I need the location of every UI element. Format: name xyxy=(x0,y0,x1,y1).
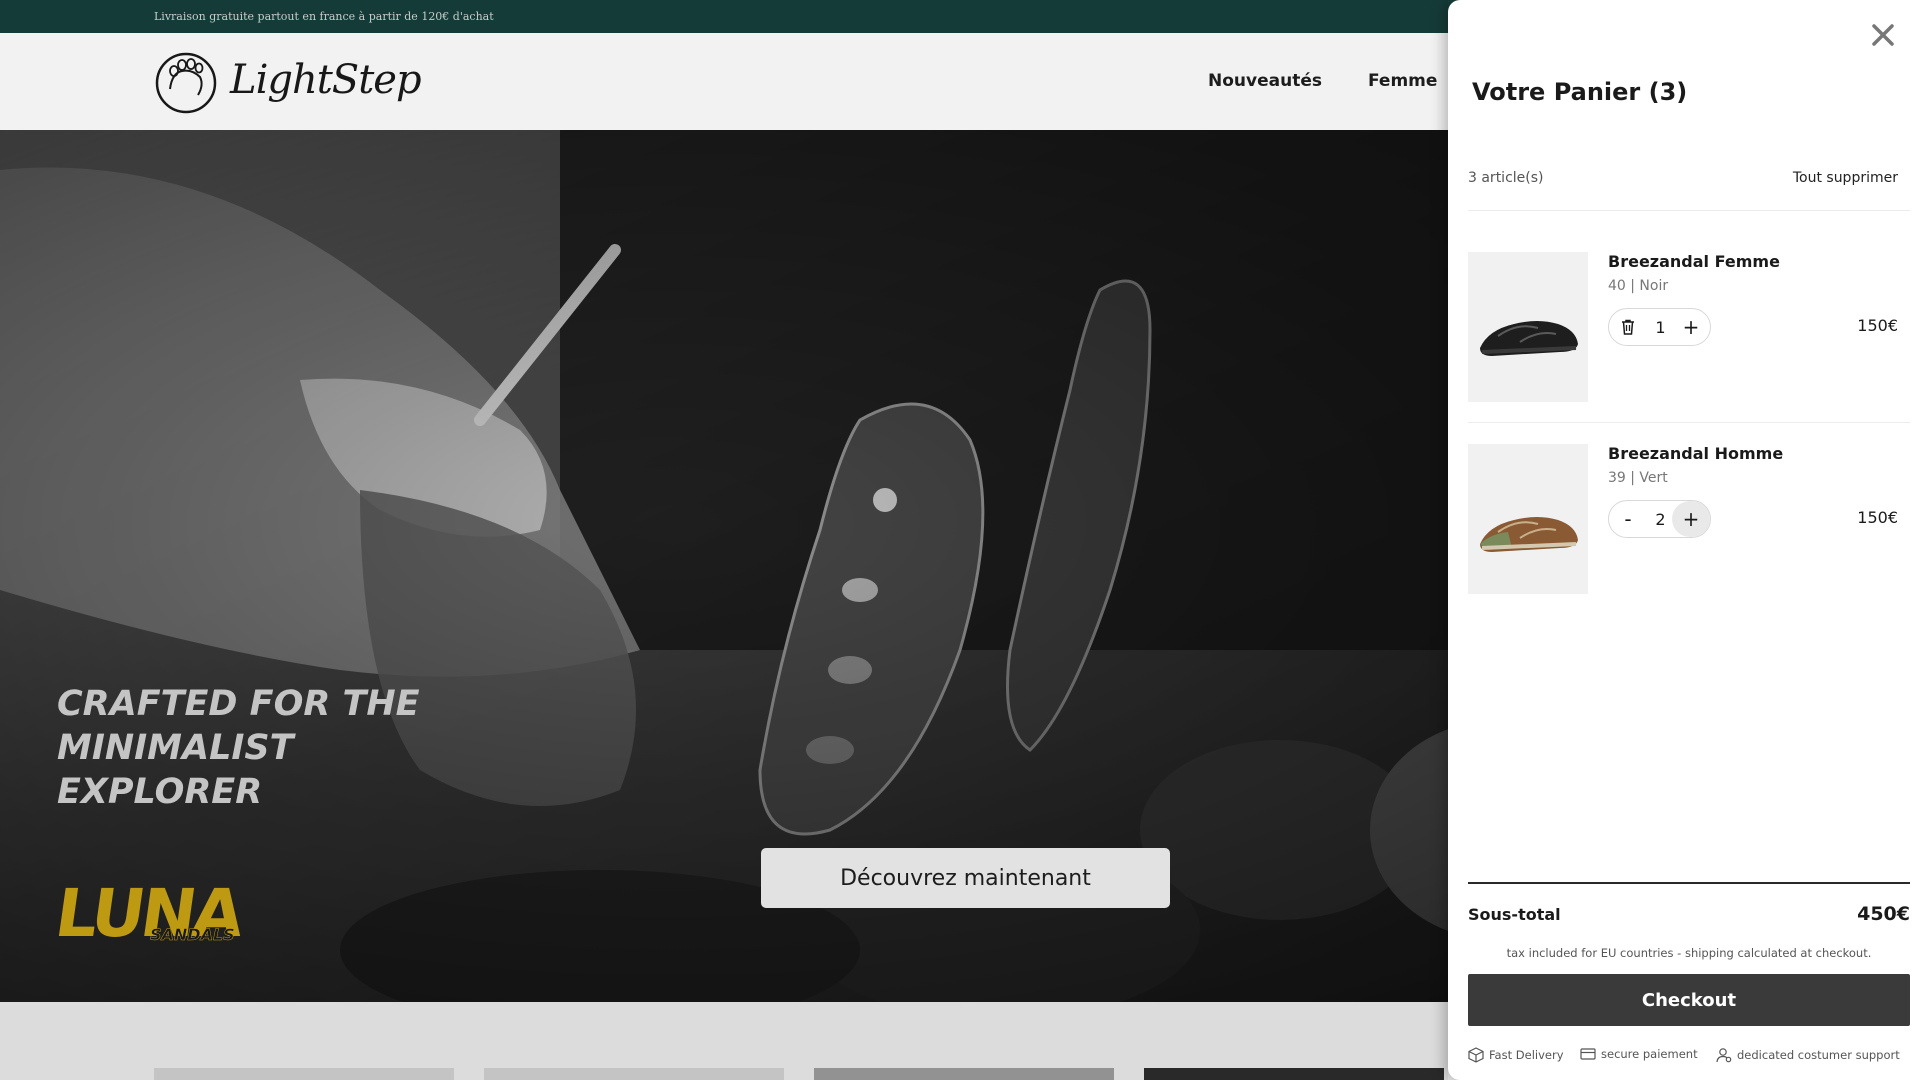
divider xyxy=(1468,422,1910,423)
cart-item-name[interactable]: Breezandal Homme xyxy=(1608,444,1783,463)
support-icon xyxy=(1716,1048,1732,1063)
subtotal-label: Sous-total xyxy=(1468,905,1561,924)
page: Livraison gratuite partout en france à p… xyxy=(0,0,1920,1080)
cart-item: Breezandal Homme 39 | Vert - 2 + 150€ xyxy=(1468,444,1910,594)
cart-item-variant: 40 | Noir xyxy=(1608,278,1669,294)
cart-item-price: 150€ xyxy=(1857,508,1898,527)
clear-cart-button[interactable]: Tout supprimer xyxy=(1793,170,1898,186)
close-cart-button[interactable] xyxy=(1868,20,1898,50)
sandal-image xyxy=(1480,517,1578,552)
badge-secure-payment: secure paiement xyxy=(1580,1047,1698,1061)
page-overlay[interactable] xyxy=(0,0,1448,1080)
remove-item-button[interactable] xyxy=(1609,309,1647,345)
product-image[interactable] xyxy=(1468,444,1588,594)
cart-drawer: Votre Panier (3) 3 article(s) Tout suppr… xyxy=(1448,0,1920,1080)
card-icon xyxy=(1580,1048,1596,1060)
subtotal-value: 450€ xyxy=(1857,903,1910,925)
badge-label: Fast Delivery xyxy=(1489,1048,1564,1062)
increase-quantity-button[interactable]: + xyxy=(1672,501,1710,537)
quantity-value: 2 xyxy=(1655,509,1666,529)
checkout-button[interactable]: Checkout xyxy=(1468,974,1910,1026)
quantity-stepper: 1 + xyxy=(1608,308,1711,346)
decrease-quantity-button[interactable]: - xyxy=(1609,501,1647,537)
subtotal-divider xyxy=(1468,882,1910,884)
badge-fast-delivery: Fast Delivery xyxy=(1468,1047,1564,1063)
close-icon xyxy=(1872,24,1894,46)
box-icon xyxy=(1468,1047,1484,1063)
trust-badges: Fast Delivery secure paiement dedicated … xyxy=(1468,1047,1920,1067)
cart-title: Votre Panier (3) xyxy=(1472,78,1688,106)
increase-quantity-button[interactable]: + xyxy=(1672,309,1710,345)
badge-label: dedicated costumer support xyxy=(1737,1048,1900,1062)
cart-item-name[interactable]: Breezandal Femme xyxy=(1608,252,1780,271)
sandal-image xyxy=(1480,321,1578,356)
divider xyxy=(1468,210,1910,211)
quantity-value: 1 xyxy=(1655,317,1666,337)
trash-icon xyxy=(1622,319,1634,335)
tax-note: tax included for EU countries - shipping… xyxy=(1506,946,1872,960)
quantity-stepper: - 2 + xyxy=(1608,500,1711,538)
cart-item-count: 3 article(s) xyxy=(1468,170,1544,186)
cart-item-price: 150€ xyxy=(1857,316,1898,335)
cart-item: Breezandal Femme 40 | Noir 1 + 150€ xyxy=(1468,252,1910,402)
badge-label: secure paiement xyxy=(1601,1047,1698,1061)
badge-support: dedicated costumer support xyxy=(1716,1047,1900,1063)
cart-item-variant: 39 | Vert xyxy=(1608,470,1668,486)
product-image[interactable] xyxy=(1468,252,1588,402)
